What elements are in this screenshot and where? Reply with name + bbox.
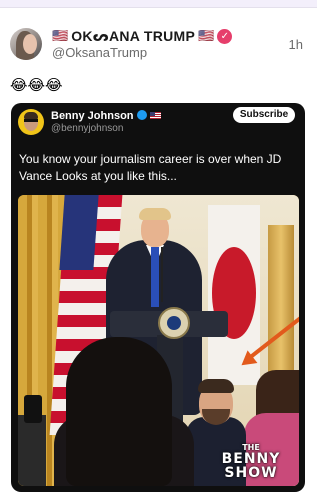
avatar-glasses [24,119,38,122]
video-thumbnail[interactable]: THE BENNY SHOW [18,195,299,486]
embedded-author-avatar[interactable] [18,109,44,135]
subscribe-button[interactable]: Subscribe [233,107,295,123]
top-bar [0,0,317,7]
presidential-seal-center [167,316,181,330]
author-handle[interactable]: @OksanaTrump [52,45,147,60]
divider [0,7,317,8]
embedded-author-name[interactable]: Benny Johnson [51,110,134,122]
us-flag-icon: 🇺🇸 [198,28,215,43]
american-flag-canton [59,195,99,270]
embedded-post-text: You know your journalism career is over … [19,152,282,183]
camera-icon [24,395,42,423]
embedded-author-name-row[interactable]: Benny Johnson [51,110,161,122]
avatar-hair [24,112,38,119]
author-display-name[interactable]: OKᔕANA TRUMP [71,28,195,45]
microphone [161,247,163,302]
avatar-face [23,34,37,54]
us-flag-icon [149,112,161,119]
post-timestamp[interactable]: 1h [289,37,303,52]
author-name-row[interactable]: 🇺🇸 OKᔕANA TRUMP 🇺🇸 ✓ [52,27,233,45]
author-avatar[interactable] [10,28,42,60]
benny-show-watermark: THE BENNY SHOW [213,443,289,480]
embedded-post-card[interactable]: Benny Johnson @bennyjohnson Subscribe Yo… [11,103,305,492]
verified-badge-icon [136,110,147,120]
reporter-hair [66,337,172,486]
verified-badge-icon: ✓ [217,28,233,44]
vance-hair [198,379,234,393]
us-flag-icon: 🇺🇸 [52,28,69,43]
embedded-author-handle[interactable]: @bennyjohnson [51,123,123,134]
speaker-tie [151,247,159,307]
audience-person [18,415,46,486]
speaker-hair [139,208,171,220]
watermark-line-3: SHOW [224,465,278,481]
watermark-line-2: BENNY [221,451,281,467]
post-text: 😂😂😂 [10,77,63,94]
